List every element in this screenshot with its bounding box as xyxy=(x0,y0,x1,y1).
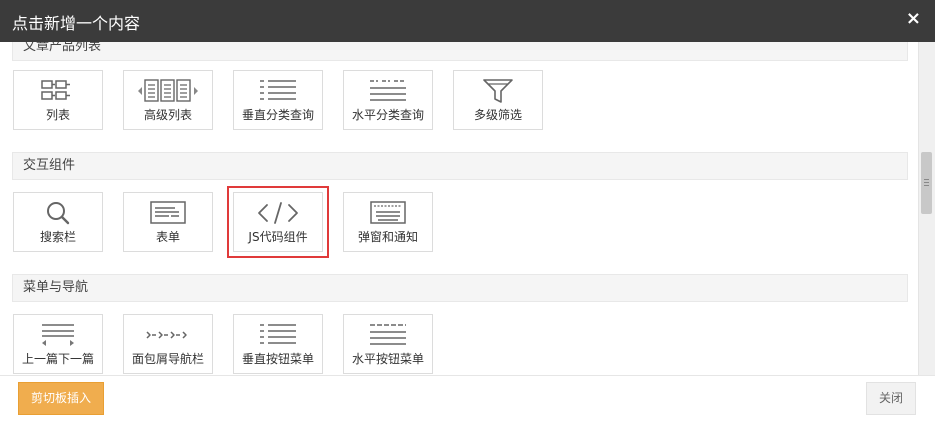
popup-notification-icon xyxy=(370,201,406,224)
component-picker-content: 文章产品列表 列表 高级列表 垂直分类查询 水平分类查询 多级筛选 交互组件 搜… xyxy=(0,42,918,375)
vertical-category-query-icon xyxy=(260,80,296,100)
list-icon xyxy=(41,80,70,100)
dialog-footer: 剪切板插入 关闭 xyxy=(0,375,935,421)
horizontal-category-query-icon xyxy=(370,80,406,101)
card-label: 列表 xyxy=(45,108,70,122)
card-label: 垂直按钮菜单 xyxy=(241,352,314,366)
card-label: 搜索栏 xyxy=(39,230,76,244)
card-label: 水平按钮菜单 xyxy=(351,352,424,366)
dialog-titlebar: 点击新增一个内容 × xyxy=(0,0,935,42)
section-title: 交互组件 xyxy=(23,158,76,173)
card-list[interactable]: 列表 xyxy=(13,70,103,130)
close-icon[interactable]: × xyxy=(906,8,921,30)
horizontal-button-menu-icon xyxy=(370,324,406,345)
breadcrumb-icon xyxy=(146,331,187,339)
prev-next-icon xyxy=(42,324,74,346)
clipboard-insert-button[interactable]: 剪切板插入 xyxy=(18,382,104,415)
card-label: 垂直分类查询 xyxy=(241,108,314,122)
card-multi-level-filter[interactable]: 多级筛选 xyxy=(453,70,543,130)
scrollbar-thumb[interactable] xyxy=(921,152,932,214)
card-vertical-button-menu[interactable]: 垂直按钮菜单 xyxy=(233,314,323,374)
form-icon xyxy=(150,201,186,224)
vertical-scrollbar[interactable] xyxy=(918,42,935,375)
grip-line xyxy=(924,185,929,186)
search-icon xyxy=(47,202,70,225)
filter-funnel-icon xyxy=(483,79,513,103)
card-label: 面包屑导航栏 xyxy=(131,352,204,366)
close-button[interactable]: 关闭 xyxy=(866,382,916,415)
grip-line xyxy=(924,182,929,183)
card-label: 表单 xyxy=(155,230,180,244)
card-horizontal-button-menu[interactable]: 水平按钮菜单 xyxy=(343,314,433,374)
card-label: JS代码组件 xyxy=(248,230,308,244)
card-label: 多级筛选 xyxy=(473,108,522,122)
card-popup-notification[interactable]: 弹窗和通知 xyxy=(343,192,433,252)
card-search-bar[interactable]: 搜索栏 xyxy=(13,192,103,252)
card-label: 高级列表 xyxy=(143,108,192,122)
card-label: 水平分类查询 xyxy=(351,108,424,122)
dialog-title: 点击新增一个内容 xyxy=(12,14,141,33)
card-prev-next[interactable]: 上一篇下一篇 xyxy=(13,314,103,374)
vertical-button-menu-icon xyxy=(260,324,296,344)
card-advanced-list[interactable]: 高级列表 xyxy=(123,70,213,130)
grip-line xyxy=(924,179,929,180)
section-header-article-list: 文章产品列表 xyxy=(12,42,908,61)
card-breadcrumb-nav[interactable]: 面包屑导航栏 xyxy=(123,314,213,374)
card-horizontal-category-query[interactable]: 水平分类查询 xyxy=(343,70,433,130)
section-header-interactive: 交互组件 xyxy=(12,152,908,180)
card-label: 上一篇下一篇 xyxy=(21,352,94,366)
section-title: 文章产品列表 xyxy=(23,42,102,54)
card-form[interactable]: 表单 xyxy=(123,192,213,252)
section-title: 菜单与导航 xyxy=(23,280,89,295)
advanced-list-icon xyxy=(138,79,198,102)
card-label: 弹窗和通知 xyxy=(357,230,418,244)
card-vertical-category-query[interactable]: 垂直分类查询 xyxy=(233,70,323,130)
card-js-code-component[interactable]: JS代码组件 xyxy=(227,186,329,258)
code-icon xyxy=(258,202,298,224)
section-header-menu-nav: 菜单与导航 xyxy=(12,274,908,302)
